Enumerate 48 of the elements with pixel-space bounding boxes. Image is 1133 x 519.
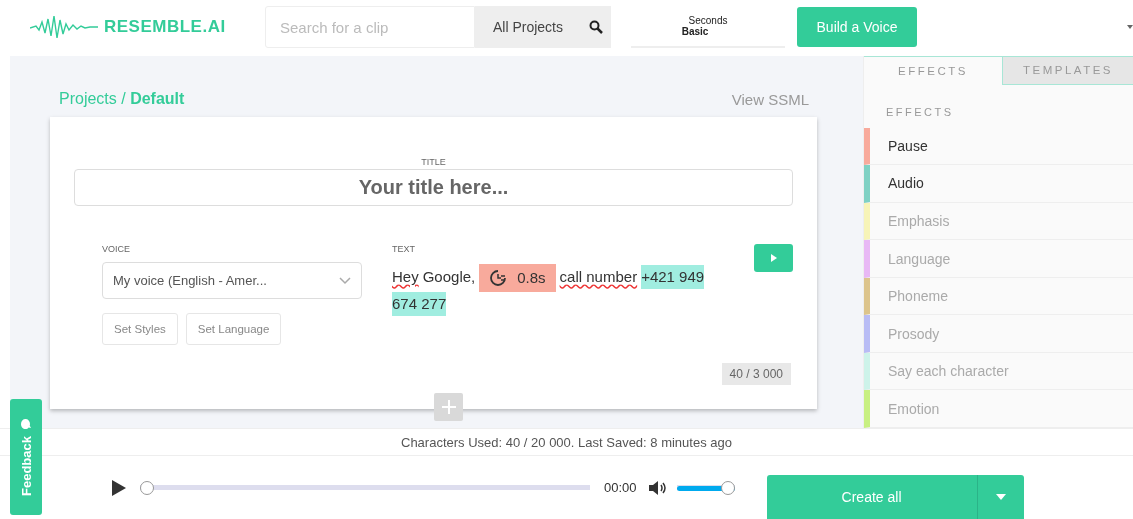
title-field[interactable]: Your title here... <box>74 169 793 206</box>
voice-select[interactable]: My voice (English - Amer... <box>102 262 362 299</box>
progress-thumb[interactable] <box>140 480 154 495</box>
plan-label: Seconds <box>688 15 728 26</box>
character-counter: 40 / 3 000 <box>721 363 791 385</box>
search-button[interactable] <box>581 6 611 48</box>
caret-icon <box>995 494 1006 500</box>
feedback-tab[interactable]: Feedback <box>10 399 42 515</box>
add-button[interactable] <box>434 393 463 421</box>
plus-icon <box>440 399 457 415</box>
build-voice-button[interactable]: Build a Voice <box>797 7 917 47</box>
project-filter-button[interactable]: All Projects <box>475 6 581 48</box>
play-button[interactable] <box>754 244 793 272</box>
voice-label: VOICE <box>102 244 131 254</box>
caret-icon[interactable] <box>1127 24 1133 30</box>
option-button[interactable]: Set Language <box>185 313 282 345</box>
effect-item[interactable]: Pause <box>864 127 1133 166</box>
volume-thumb[interactable] <box>720 480 735 495</box>
timer-icon <box>489 269 508 287</box>
editor-text: Google, <box>422 266 476 287</box>
phone-number-tag[interactable]: +421 949 <box>641 264 705 289</box>
phone-number-tag[interactable]: 674 277 <box>392 292 447 316</box>
editor-text: call number <box>559 266 638 287</box>
logo-text: RESEMBLE.AI <box>104 17 226 37</box>
pause-tag[interactable]: 0.8s <box>479 264 556 292</box>
option-button[interactable]: Set Styles <box>102 313 178 345</box>
panel-tab[interactable]: TEMPLATES <box>1003 56 1133 85</box>
search-icon <box>589 20 603 34</box>
breadcrumb: Projects / Default <box>59 90 185 108</box>
search-field[interactable]: Search for a clip <box>265 6 475 48</box>
text-label: TEXT <box>392 244 416 254</box>
title-label: TITLE <box>421 157 446 167</box>
view-ssml-link[interactable]: View SSML <box>731 90 809 108</box>
status-text: Characters Used: 40 / 20 000. Last Saved: 8 minutes ago <box>401 434 732 450</box>
editor-text: Hey <box>392 266 419 287</box>
dropdown-button[interactable] <box>976 475 1024 519</box>
time-readout: 00:00 <box>604 480 637 495</box>
panel-tab[interactable]: EFFECTS <box>864 56 1003 85</box>
waveform-logo-icon <box>30 14 98 40</box>
play-icon <box>770 254 777 262</box>
effects-heading: EFFECTS <box>886 105 955 118</box>
effect-item[interactable]: Audio <box>864 165 1133 203</box>
chat-bubble-icon <box>20 418 32 430</box>
chevron-down-icon <box>339 276 351 285</box>
create-all-button[interactable]: Create all <box>766 475 977 519</box>
play-icon[interactable] <box>112 479 126 496</box>
plan-value: Basic <box>681 26 709 37</box>
volume-icon[interactable] <box>648 480 667 495</box>
